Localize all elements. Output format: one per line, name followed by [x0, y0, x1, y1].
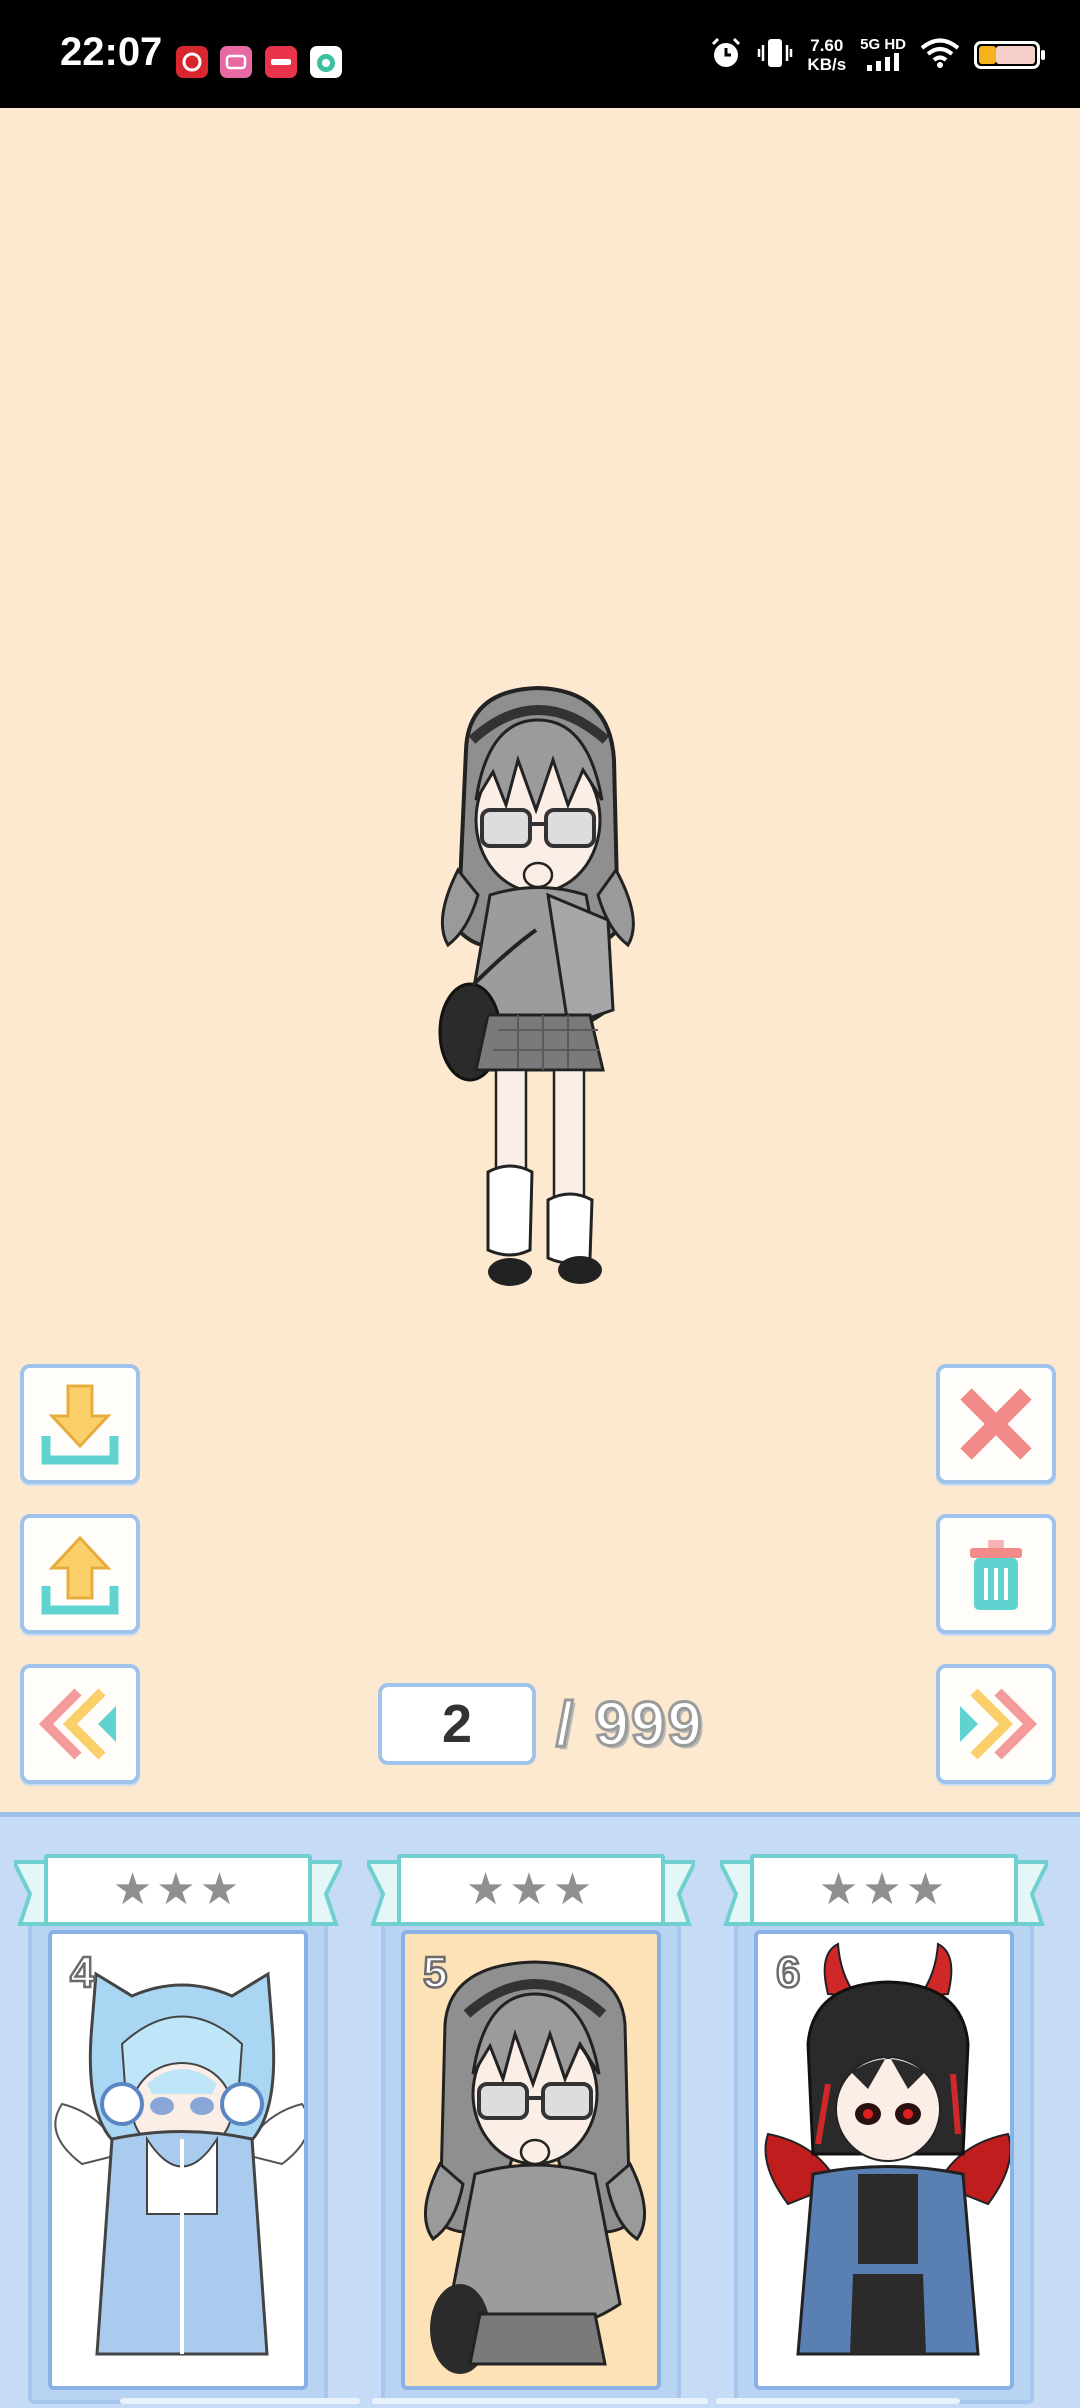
delete-button[interactable]	[936, 1514, 1056, 1634]
character-thumbnail-5	[423, 1960, 647, 2374]
network-type: 5G HD	[860, 36, 906, 75]
character-thumbnail-6	[764, 1942, 1010, 2356]
upload-button[interactable]	[20, 1514, 140, 1634]
upload-icon	[41, 1535, 119, 1615]
trash-icon	[970, 1540, 1022, 1610]
close-icon	[960, 1388, 1032, 1460]
close-button[interactable]	[936, 1364, 1056, 1484]
battery-icon	[974, 41, 1045, 69]
double-chevron-right-icon	[960, 1688, 1038, 1760]
download-icon	[41, 1384, 119, 1465]
status-bar: 22:07 7.60 KB/s 5G HD	[0, 0, 1080, 108]
network-speed-value: 7.60	[810, 36, 844, 55]
slot-card-6[interactable]: 6 ★★★	[720, 1852, 1048, 2404]
netease-music-icon	[176, 46, 208, 78]
scroll-indicator	[120, 2398, 360, 2404]
character-preview	[418, 680, 658, 1300]
xiaohongshu-icon	[265, 46, 297, 78]
alarm-icon	[709, 36, 743, 75]
slot-card-4[interactable]: 4 ★★★	[14, 1852, 342, 2404]
card-frame: 4	[28, 1910, 328, 2404]
card-inner: 6	[754, 1930, 1014, 2390]
download-button[interactable]	[20, 1364, 140, 1484]
page-number-input[interactable]: 2	[378, 1683, 536, 1765]
slot-card-5[interactable]: 5 ★★★	[367, 1852, 695, 2404]
card-inner: 4	[48, 1930, 308, 2390]
signal-icon	[867, 52, 900, 71]
network-speed: 7.60 KB/s	[807, 36, 846, 74]
card-inner: 5	[401, 1930, 661, 2390]
scroll-indicator	[372, 2398, 708, 2404]
bilibili-icon	[220, 46, 252, 78]
status-time: 22:07	[60, 30, 163, 74]
character-thumbnail-4	[54, 1971, 304, 2356]
slot-number: 6	[775, 1947, 802, 1999]
rating-stars: ★★★	[112, 1865, 244, 1914]
card-frame: 6	[734, 1910, 1034, 2404]
rating-ribbon: ★★★	[367, 1854, 695, 1932]
wifi-icon	[920, 37, 960, 74]
page-total: / 999	[555, 1688, 704, 1760]
rating-label: ★★★	[397, 1854, 665, 1926]
rating-stars: ★★★	[818, 1865, 950, 1914]
previous-button[interactable]	[20, 1664, 140, 1784]
rating-ribbon: ★★★	[720, 1854, 1048, 1932]
network-type-label: 5G HD	[860, 35, 906, 53]
rating-ribbon: ★★★	[14, 1854, 342, 1932]
rating-stars: ★★★	[465, 1865, 597, 1914]
next-button[interactable]	[936, 1664, 1056, 1784]
card-frame: 5	[381, 1910, 681, 2404]
double-chevron-left-icon	[38, 1688, 116, 1760]
rating-label: ★★★	[44, 1854, 312, 1926]
slot-number: 5	[422, 1947, 449, 1999]
slot-number: 4	[69, 1947, 96, 1999]
scroll-indicator	[716, 2398, 960, 2404]
rating-label: ★★★	[750, 1854, 1018, 1926]
app-icon	[310, 46, 342, 78]
vibrate-icon	[757, 35, 793, 76]
network-speed-unit: KB/s	[807, 55, 847, 74]
